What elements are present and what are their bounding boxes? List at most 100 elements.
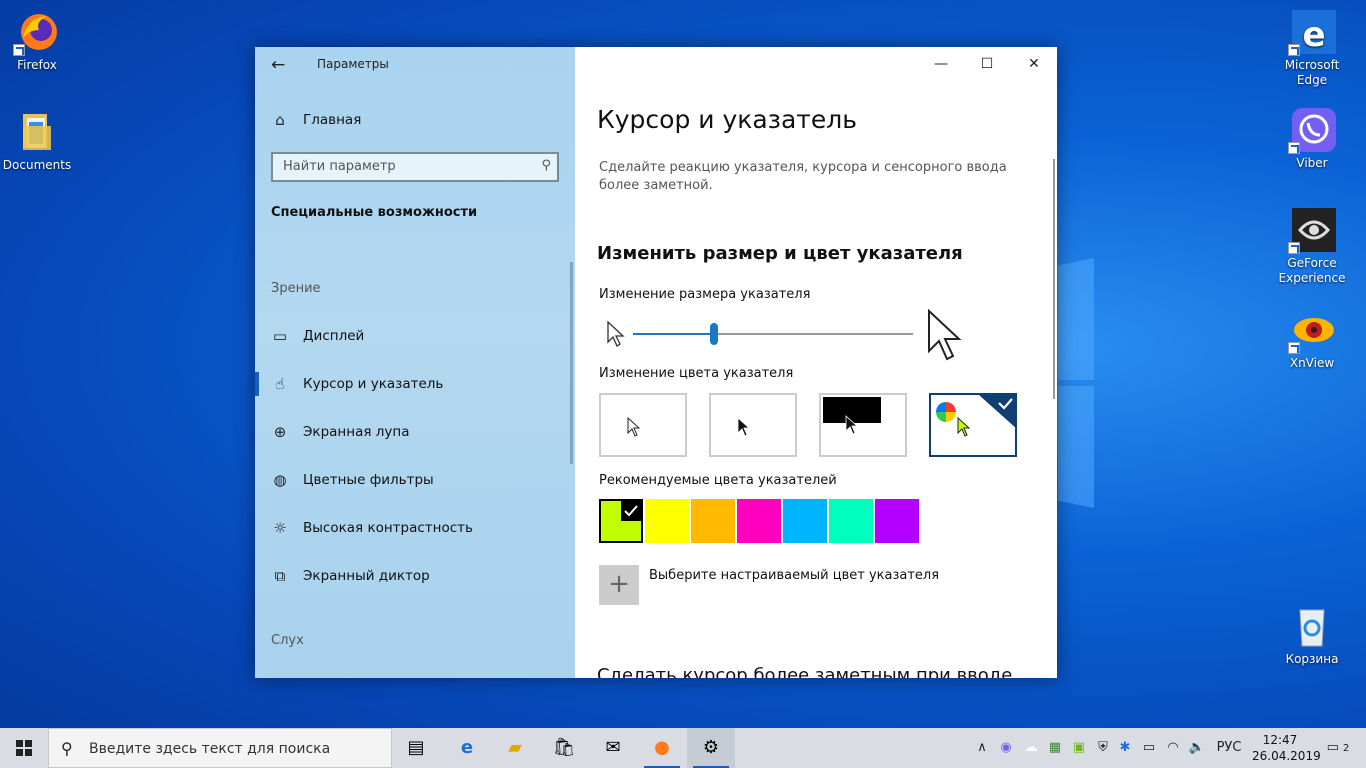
selected-check-icon	[979, 395, 1017, 429]
content-scrollbar[interactable]	[1053, 159, 1055, 399]
folder-icon	[13, 108, 61, 156]
taskbar-firefox-button[interactable]: ●	[638, 728, 686, 768]
settings-content: — ☐ ✕ Курсор и указатель Сделайте реакци…	[575, 47, 1057, 678]
sidebar-item-label: Высокая контрастность	[303, 520, 474, 536]
desktop-icon-edge[interactable]: e Microsoft Edge	[1275, 8, 1349, 88]
back-arrow-icon[interactable]: ←	[271, 55, 285, 75]
color-swatch[interactable]	[875, 499, 919, 543]
tray-volume-icon[interactable]: 🔈	[1186, 728, 1208, 768]
desktop-icon-label: Корзина	[1285, 652, 1339, 666]
palette-icon: ◍	[273, 471, 287, 489]
search-icon[interactable]: ⚲	[541, 158, 551, 173]
close-button[interactable]: ✕	[1018, 53, 1050, 75]
sidebar-item-label: Цветные фильтры	[303, 472, 434, 488]
tray-language[interactable]: РУС	[1212, 728, 1246, 768]
add-custom-color-button[interactable]: +	[599, 565, 639, 605]
home-icon: ⌂	[275, 111, 285, 129]
tray-security-icon[interactable]: ⛨	[1092, 728, 1114, 768]
settings-search-placeholder: Найти параметр	[283, 159, 396, 174]
tray-wifi-icon[interactable]: ◠	[1162, 728, 1184, 768]
custom-color-label: Выберите настраиваемый цвет указателя	[649, 568, 940, 583]
sidebar-item-narrator[interactable]: ⧉ Экранный диктор	[271, 567, 430, 585]
small-cursor-icon	[607, 321, 625, 347]
sidebar-item-color-filters[interactable]: ◍ Цветные фильтры	[271, 471, 434, 489]
taskbar-explorer-button[interactable]: ▰	[491, 728, 539, 768]
clock-date: 26.04.2019	[1252, 749, 1321, 763]
sidebar-item-high-contrast[interactable]: ☼ Высокая контрастность	[271, 519, 473, 537]
tray-overflow-icon[interactable]: ∧	[972, 728, 992, 768]
color-swatch[interactable]	[783, 499, 827, 543]
cursor-color-black[interactable]	[709, 393, 797, 457]
wallpaper-logo	[1058, 258, 1094, 508]
tray-nvidia-icon[interactable]: ▣	[1068, 728, 1090, 768]
desktop-icon-firefox[interactable]: Firefox	[0, 8, 74, 73]
swatch-check-icon	[621, 501, 641, 521]
taskbar-settings-button[interactable]: ⚙	[687, 728, 735, 768]
firefox-icon	[13, 8, 61, 56]
nav-home[interactable]: ⌂ Главная	[271, 111, 361, 129]
notifications-count: 2	[1343, 743, 1350, 754]
desktop-icon-geforce[interactable]: GeForce Experience	[1275, 206, 1349, 286]
taskbar-store-button[interactable]: 🛍	[540, 728, 588, 768]
desktop-icon-documents[interactable]: Documents	[0, 108, 74, 173]
size-slider[interactable]	[633, 323, 913, 345]
settings-window: ← Параметры ⌂ Главная Найти параметр ⚲ С…	[255, 47, 1057, 678]
nav-home-label: Главная	[303, 112, 362, 128]
desktop-icon-label: XnView	[1289, 356, 1335, 370]
settings-sidebar: ← Параметры ⌂ Главная Найти параметр ⚲ С…	[255, 47, 575, 678]
desktop-icon-xnview[interactable]: XnView	[1275, 306, 1349, 371]
sidebar-item-magnifier[interactable]: ⊕ Экранная лупа	[271, 423, 410, 441]
color-swatch[interactable]	[599, 499, 643, 543]
taskbar-clock[interactable]: 12:47 26.04.2019	[1252, 732, 1321, 764]
taskbar: ⚲ Введите здесь текст для поиска ▤ e ▰ 🛍…	[0, 728, 1366, 768]
taskbar-search-placeholder: Введите здесь текст для поиска	[89, 741, 331, 757]
sidebar-item-cursor[interactable]: ☝ Курсор и указатель	[271, 375, 443, 393]
svg-text:e: e	[1302, 15, 1325, 55]
large-cursor-icon	[928, 309, 962, 361]
color-swatch[interactable]	[737, 499, 781, 543]
minimize-button[interactable]: —	[925, 53, 957, 75]
monitor-icon: ▭	[272, 327, 288, 345]
tray-battery-icon[interactable]: ▭	[1138, 728, 1160, 768]
desktop-icon-viber[interactable]: Viber	[1275, 106, 1349, 171]
taskbar-edge-button[interactable]: e	[443, 728, 491, 768]
tray-bluetooth-icon[interactable]: ✱	[1116, 728, 1134, 768]
edge-icon: e	[1288, 8, 1336, 56]
desktop-icon-label: GeForce Experience	[1278, 256, 1346, 285]
hand-pointer-icon: ☝	[275, 375, 285, 393]
taskbar-mail-button[interactable]: ✉	[589, 728, 637, 768]
sidebar-item-display[interactable]: ▭ Дисплей	[271, 327, 364, 345]
sidebar-item-label: Экранная лупа	[303, 424, 410, 440]
cursor-color-inverted[interactable]	[819, 393, 907, 457]
start-button[interactable]	[0, 728, 48, 768]
clock-time: 12:47	[1262, 733, 1298, 747]
color-swatch[interactable]	[691, 499, 735, 543]
notifications-button[interactable]: ▭ 2	[1318, 728, 1358, 768]
cursor-color-custom[interactable]	[929, 393, 1017, 457]
color-label: Изменение цвета указателя	[599, 366, 794, 381]
tray-viber-icon[interactable]: ◉	[996, 728, 1016, 768]
group-label-vision: Зрение	[271, 281, 321, 296]
sidebar-scrollbar[interactable]	[570, 262, 573, 464]
desktop-icon-label: Microsoft Edge	[1284, 58, 1340, 87]
narrator-icon: ⧉	[274, 567, 286, 585]
color-swatch[interactable]	[829, 499, 873, 543]
desktop-icon-label: Viber	[1296, 156, 1328, 170]
desktop-icon-label: Documents	[2, 158, 72, 172]
tray-cloud-icon[interactable]: ☁	[1020, 728, 1042, 768]
maximize-button[interactable]: ☐	[971, 53, 1003, 75]
viber-icon	[1288, 106, 1336, 154]
size-slider-fill	[633, 333, 714, 335]
size-color-heading: Изменить размер и цвет указателя	[597, 243, 963, 264]
sun-icon: ☼	[273, 519, 287, 537]
text-cursor-heading: Сделать курсор более заметным при вводе	[597, 665, 1013, 678]
taskbar-search-input[interactable]: ⚲ Введите здесь текст для поиска	[48, 728, 392, 768]
cursor-color-white[interactable]	[599, 393, 687, 457]
search-icon: ⚲	[61, 739, 73, 758]
tray-app-icon[interactable]: ▦	[1044, 728, 1066, 768]
size-slider-thumb[interactable]	[710, 323, 718, 345]
color-swatch[interactable]	[645, 499, 689, 543]
desktop-icon-recycle-bin[interactable]: Корзина	[1275, 602, 1349, 667]
settings-search-input[interactable]: Найти параметр ⚲	[271, 152, 559, 182]
task-view-button[interactable]: ▤	[392, 728, 440, 768]
